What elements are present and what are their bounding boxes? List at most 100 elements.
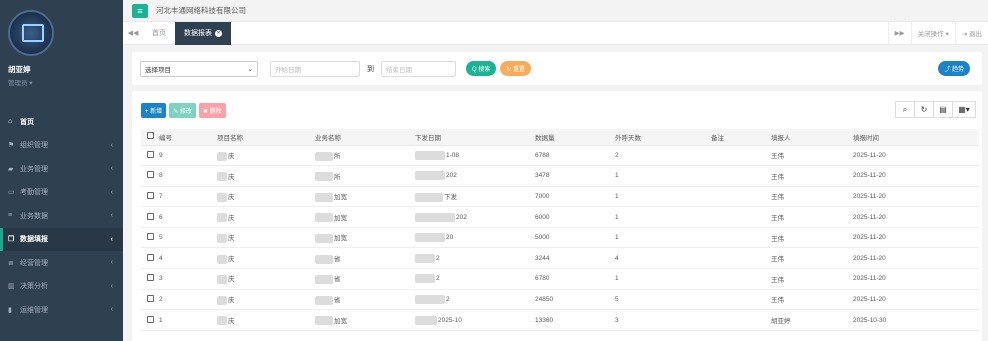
user-name: 胡亚婷 — [8, 65, 31, 74]
col-header[interactable]: 编号 — [159, 129, 217, 146]
cell-text: 24850 — [535, 295, 554, 303]
table-row[interactable]: 2 庆 省 2 24850 5 王伟 2025-11-20 — [141, 289, 979, 311]
project-select[interactable]: 选择项目 ⌄ — [140, 60, 258, 77]
close-ops-dropdown[interactable]: 关闭操作 ▾ — [910, 21, 955, 45]
row-checkbox[interactable] — [147, 274, 154, 282]
table-header-row: 编号 项目名称 业务名称 下发日期 数据量 外呼天数 备注 填报人 填报时间 — [141, 129, 979, 146]
row-checkbox[interactable] — [147, 253, 154, 261]
sidebar-item-analysis[interactable]: ▥ 决策分析 ‹ — [0, 275, 123, 299]
table-cell: 王伟 — [771, 268, 853, 290]
trend-button[interactable]: ⤴ 趋势 — [938, 61, 970, 76]
cell-text: 王伟 — [771, 215, 784, 223]
chevron-left-icon: ‹ — [110, 141, 113, 149]
sidebar-item-data-report[interactable]: ❐ 数据填报 ‹ — [0, 227, 123, 251]
row-checkbox[interactable] — [147, 171, 154, 179]
col-header[interactable]: 业务名称 — [315, 129, 415, 146]
row-checkbox[interactable] — [147, 315, 154, 323]
flag-icon: ⚑ — [8, 142, 15, 150]
redacted-mask — [315, 295, 333, 305]
menu-toggle-icon[interactable]: ≡ — [132, 3, 148, 18]
redacted-mask — [217, 172, 227, 182]
cell-text: 2 — [436, 275, 440, 283]
reset-button[interactable]: ↻ 重置 — [500, 61, 532, 76]
sidebar-item-business-data[interactable]: ≡ 业务数据 ‹ — [0, 204, 123, 228]
list-icon: ≡ — [8, 212, 13, 220]
edit-button[interactable]: ✎ 修改 — [169, 102, 196, 118]
avatar[interactable] — [8, 10, 54, 56]
col-header[interactable]: 填报人 — [771, 129, 853, 146]
col-header[interactable]: 填报时间 — [853, 129, 979, 146]
tab-data-report[interactable]: 数据报表 ✕ — [175, 21, 231, 45]
refresh-icon[interactable]: ↻ — [914, 101, 934, 118]
col-header[interactable]: 数据量 — [535, 129, 615, 146]
table-cell: 庆 — [217, 186, 315, 208]
start-date-input[interactable]: 开始日期 — [270, 60, 360, 77]
col-header[interactable]: 外呼天数 — [615, 129, 711, 146]
toggle-view-icon[interactable]: ▤ — [933, 101, 953, 118]
tab-scroll-right-icon[interactable]: ▶▶ — [887, 21, 911, 45]
table-cell: 202 — [415, 165, 535, 187]
table-cell — [711, 186, 771, 208]
cell-text: 6788 — [535, 151, 550, 159]
sidebar-item-org[interactable]: ⚑ 组织管理 ‹ — [0, 134, 123, 158]
sidebar-item-home[interactable]: ⌂ 首页 — [0, 110, 123, 134]
row-checkbox[interactable] — [147, 150, 154, 158]
cell-text: 1 — [615, 234, 619, 242]
sidebar-item-operations[interactable]: ≣ 经营管理 ‹ — [0, 251, 123, 275]
close-icon[interactable]: ✕ — [215, 29, 222, 37]
table-cell: 2025-11-20 — [853, 186, 979, 208]
table-row[interactable]: 1 庆 加宽 2025-10 13360 3 胡亚婷 2025-10-30 — [141, 309, 979, 331]
cell-text: 9 — [159, 151, 163, 159]
cell-text: 王伟 — [771, 256, 784, 264]
delete-button[interactable]: ✖ 删除 — [198, 102, 226, 118]
row-checkbox[interactable] — [147, 191, 154, 199]
table-cell: 24850 — [535, 289, 615, 311]
col-header[interactable]: 下发日期 — [415, 129, 535, 146]
table-row[interactable]: 4 庆 省 2 3244 4 王伟 2025-11-20 — [141, 247, 979, 270]
table-cell: 2025-10-30 — [853, 309, 979, 331]
cell-text: 庆 — [228, 173, 235, 181]
table-cell: 2 — [159, 289, 217, 311]
row-checkbox[interactable] — [147, 233, 154, 241]
sidebar-item-attendance[interactable]: ▭ 考勤管理 ‹ — [0, 181, 123, 205]
table-row[interactable]: 9 庆 所 1-08 6788 2 王伟 2025-11-20 — [141, 145, 979, 167]
cell-text: 1 — [159, 316, 163, 324]
logout-button[interactable]: ⇥ 退出 — [954, 21, 988, 45]
add-button[interactable]: + 新增 — [141, 102, 167, 118]
user-role-dropdown[interactable]: 管理员 ▾ — [8, 77, 123, 87]
table-cell: 庆 — [217, 145, 315, 167]
row-checkbox[interactable] — [147, 294, 154, 302]
end-date-input[interactable]: 结束日期 — [381, 60, 456, 77]
cell-text: 6780 — [535, 275, 550, 283]
col-header[interactable]: 备注 — [711, 129, 771, 146]
table-row[interactable]: 6 庆 加宽 202 6000 1 王伟 2025-11-20 — [141, 206, 979, 228]
sidebar-item-business[interactable]: ▰ 业务管理 ‹ — [0, 157, 123, 181]
table-cell: 3244 — [535, 247, 615, 270]
table-row[interactable]: 8 庆 所 202 3478 1 王伟 2025-11-20 — [141, 165, 979, 187]
search-icon[interactable]: ⌕ — [895, 101, 915, 118]
table-cell: 下发 — [415, 186, 535, 208]
tab-scroll-left-icon[interactable]: ◀◀ — [123, 29, 143, 37]
select-all-checkbox[interactable] — [147, 132, 154, 140]
table-cell: 王伟 — [771, 206, 853, 228]
cell-text: 庆 — [228, 152, 235, 160]
table-cell: 2025-11-20 — [853, 165, 979, 187]
columns-icon[interactable]: ▦▾ — [952, 101, 976, 118]
redacted-mask — [415, 212, 455, 222]
tab-home[interactable]: 首页 — [143, 22, 175, 45]
col-header[interactable]: 项目名称 — [217, 129, 315, 146]
table-cell: 6780 — [535, 268, 615, 290]
row-checkbox[interactable] — [147, 212, 154, 220]
table-row[interactable]: 3 庆 省 2 6780 1 王伟 2025-11-20 — [141, 268, 979, 290]
chevron-left-icon: ‹ — [110, 282, 113, 290]
search-button[interactable]: Q 搜索 — [466, 61, 497, 76]
sidebar-item-maintenance[interactable]: ▮ 运维管理 ‹ — [0, 298, 123, 322]
table-row[interactable]: 5 庆 加宽 20 5000 1 王伟 2025-11-20 — [141, 227, 979, 249]
table-cell — [711, 165, 771, 187]
table-cell — [711, 227, 771, 249]
table-row[interactable]: 7 庆 加宽 下发 7000 1 王伟 2025-11-20 — [141, 186, 979, 208]
cell-text: 庆 — [228, 194, 235, 202]
cell-text: 5000 — [535, 234, 550, 242]
cell-text: 所 — [334, 152, 341, 160]
table-cell: 庆 — [217, 268, 315, 290]
